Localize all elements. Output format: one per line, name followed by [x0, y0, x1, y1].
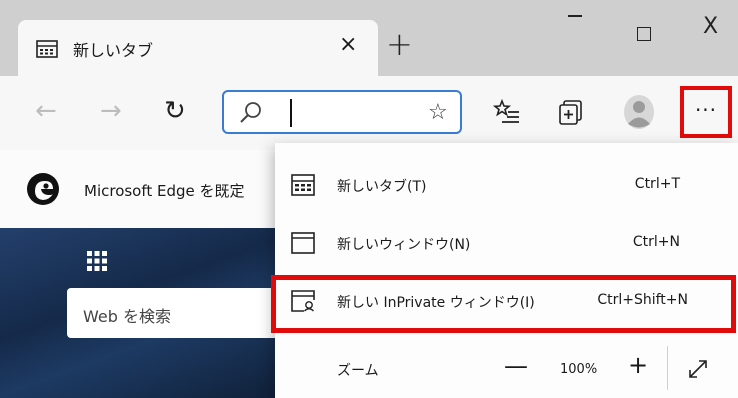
app-launcher-icon[interactable] [86, 250, 108, 272]
forward-arrow-icon[interactable]: → [100, 96, 122, 126]
text-caret [290, 99, 292, 127]
menu-item-new-tab[interactable]: 新しいタブ(T) Ctrl+T [275, 157, 738, 215]
new-tab-page-icon [291, 174, 315, 196]
menu-item-shortcut: Ctrl+N [632, 234, 680, 250]
favorite-star-icon[interactable]: ☆ [428, 100, 448, 125]
tab-close-icon[interactable]: × [339, 32, 357, 58]
favorites-list-icon[interactable] [493, 98, 521, 126]
settings-menu: 新しいタブ(T) Ctrl+T 新しいウィンドウ(N) Ctrl+N 新しい I… [275, 143, 738, 398]
divider [667, 346, 668, 390]
zoom-out-button[interactable]: — [504, 352, 528, 380]
back-arrow-icon[interactable]: ← [35, 96, 57, 126]
search-icon [240, 102, 261, 123]
new-tab-button[interactable]: + [386, 28, 413, 60]
fullscreen-icon[interactable] [687, 358, 709, 380]
address-input[interactable] [296, 98, 416, 128]
menu-item-new-window[interactable]: 新しいウィンドウ(N) Ctrl+N [275, 215, 738, 273]
settings-more-button[interactable]: ··· [680, 86, 732, 138]
menu-item-label: 新しいタブ(T) [337, 179, 427, 195]
minimize-icon[interactable] [568, 15, 582, 17]
infobar-message: Microsoft Edge を既定 [84, 182, 245, 200]
address-bar[interactable]: ☆ [222, 90, 462, 134]
profile-avatar-icon[interactable] [623, 94, 655, 130]
zoom-in-button[interactable]: + [628, 351, 648, 379]
tab-active[interactable]: 新しいタブ × [18, 20, 378, 76]
web-search-placeholder: Web を検索 [83, 307, 171, 326]
default-browser-infobar: Microsoft Edge を既定 [0, 150, 300, 228]
collections-icon[interactable] [557, 98, 585, 126]
toolbar: ← → ↻ ☆ ··· [0, 76, 738, 150]
zoom-level: 100% [560, 362, 598, 377]
menu-item-shortcut: Ctrl+T [634, 176, 680, 192]
menu-item-label: 新しいウィンドウ(N) [337, 237, 471, 253]
new-tab-page-icon [36, 40, 58, 58]
annotation-highlight-box [271, 275, 736, 333]
zoom-label: ズーム [337, 363, 379, 379]
tab-strip: 新しいタブ × + X [0, 0, 738, 76]
microsoft-edge-logo [27, 173, 59, 205]
window-icon [291, 232, 315, 254]
tab-title: 新しいタブ [73, 41, 154, 60]
web-search-box[interactable]: Web を検索 [67, 288, 287, 338]
maximize-icon[interactable] [637, 27, 651, 41]
window-close-icon[interactable]: X [703, 14, 718, 39]
refresh-icon[interactable]: ↻ [164, 96, 186, 126]
zoom-row: ズーム — 100% + [275, 338, 738, 398]
